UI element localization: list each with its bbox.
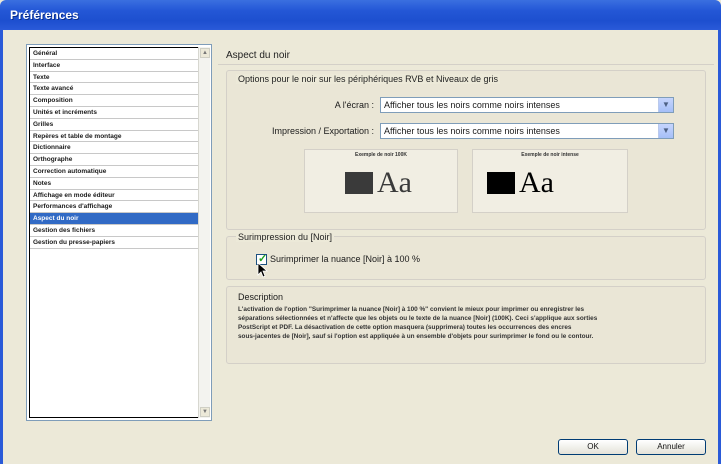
cancel-button[interactable]: Annuler xyxy=(636,439,706,455)
ok-button[interactable]: OK xyxy=(558,439,628,455)
sample-100k-label: Exemple de noir 100K xyxy=(355,152,407,158)
scroll-up-icon[interactable]: ▲ xyxy=(200,48,210,58)
overprint-checkbox-label[interactable]: Surimprimer la nuance [Noir] à 100 % xyxy=(270,254,420,264)
sidebar-item[interactable]: Performances d'affichage xyxy=(30,201,198,214)
sidebar-item[interactable]: Gestion des fichiers xyxy=(30,225,198,237)
description-title: Description xyxy=(238,292,284,302)
sidebar-item[interactable]: Texte xyxy=(30,72,198,84)
description-line: L'activation de l'option "Surimprimer la… xyxy=(238,306,585,313)
category-list[interactable]: Général Interface Texte Texte avancé Composi… xyxy=(26,44,212,421)
sample-rich-text: Aa xyxy=(519,166,554,199)
sample-100k-text: Aa xyxy=(377,166,412,199)
panel-title-divider xyxy=(218,64,714,65)
overprint-group-title: Surimpression du [Noir] xyxy=(236,232,335,242)
sidebar-item[interactable]: Composition xyxy=(30,95,198,107)
sidebar-item[interactable]: Affichage en mode éditeur xyxy=(30,190,198,202)
sidebar-item[interactable]: Unités et incréments xyxy=(30,107,198,119)
black-options-group-title: Options pour le noir sur les périphériqu… xyxy=(236,74,500,84)
description-line: PostScript et PDF. La désactivation de c… xyxy=(238,324,572,331)
sidebar-item[interactable]: Orthographe xyxy=(30,154,198,166)
chevron-down-icon[interactable]: ▼ xyxy=(658,124,673,138)
print-export-label: Impression / Exportation : xyxy=(271,126,374,136)
black-options-group xyxy=(226,70,706,230)
screen-label: A l'écran : xyxy=(334,100,374,110)
description-line: séparations sélectionnées et n'affecte q… xyxy=(238,315,598,322)
sidebar-item[interactable]: Grilles xyxy=(30,119,198,131)
description-text: L'activation de l'option "Surimprimer la… xyxy=(238,305,698,341)
sidebar-item[interactable]: Dictionnaire xyxy=(30,142,198,155)
print-export-select-value: Afficher tous les noirs comme noirs inte… xyxy=(384,126,560,136)
sample-rich-label: Exemple de noir intense xyxy=(521,152,579,158)
sample-100k-box: Exemple de noir 100K Aa xyxy=(304,149,458,213)
category-list-items: Général Interface Texte Texte avancé Composi… xyxy=(29,47,199,418)
mouse-pointer-icon xyxy=(257,262,269,278)
print-export-select[interactable]: Afficher tous les noirs comme noirs inte… xyxy=(380,123,674,139)
window-title: Préférences xyxy=(10,8,79,22)
screen-select[interactable]: Afficher tous les noirs comme noirs inte… xyxy=(380,97,674,113)
sample-rich-box: Exemple de noir intense Aa xyxy=(472,149,628,213)
sidebar-item[interactable]: Aspect du noir xyxy=(30,213,198,225)
sidebar-item[interactable]: Repères et table de montage xyxy=(30,131,198,143)
sidebar-item[interactable]: Interface xyxy=(30,60,198,72)
sidebar-item[interactable]: Correction automatique xyxy=(30,166,198,178)
screen-select-value: Afficher tous les noirs comme noirs inte… xyxy=(384,100,560,110)
settings-panel: Aspect du noir Options pour le noir sur … xyxy=(218,44,714,424)
description-line: sous-jacentes de [Noir], sauf si l'optio… xyxy=(238,333,594,340)
chevron-down-icon[interactable]: ▼ xyxy=(658,98,673,112)
panel-title: Aspect du noir xyxy=(226,50,290,61)
sidebar-item[interactable]: Texte avancé xyxy=(30,83,198,96)
swatch-100k xyxy=(345,172,373,194)
scroll-down-icon[interactable]: ▼ xyxy=(200,407,210,417)
category-list-scrollbar[interactable]: ▲ ▼ xyxy=(198,47,210,418)
sidebar-item[interactable]: Notes xyxy=(30,178,198,190)
swatch-rich xyxy=(487,172,515,194)
sidebar-item[interactable]: Général xyxy=(30,48,198,60)
sidebar-item[interactable]: Gestion du presse-papiers xyxy=(30,237,198,249)
titlebar: Préférences xyxy=(0,0,721,30)
